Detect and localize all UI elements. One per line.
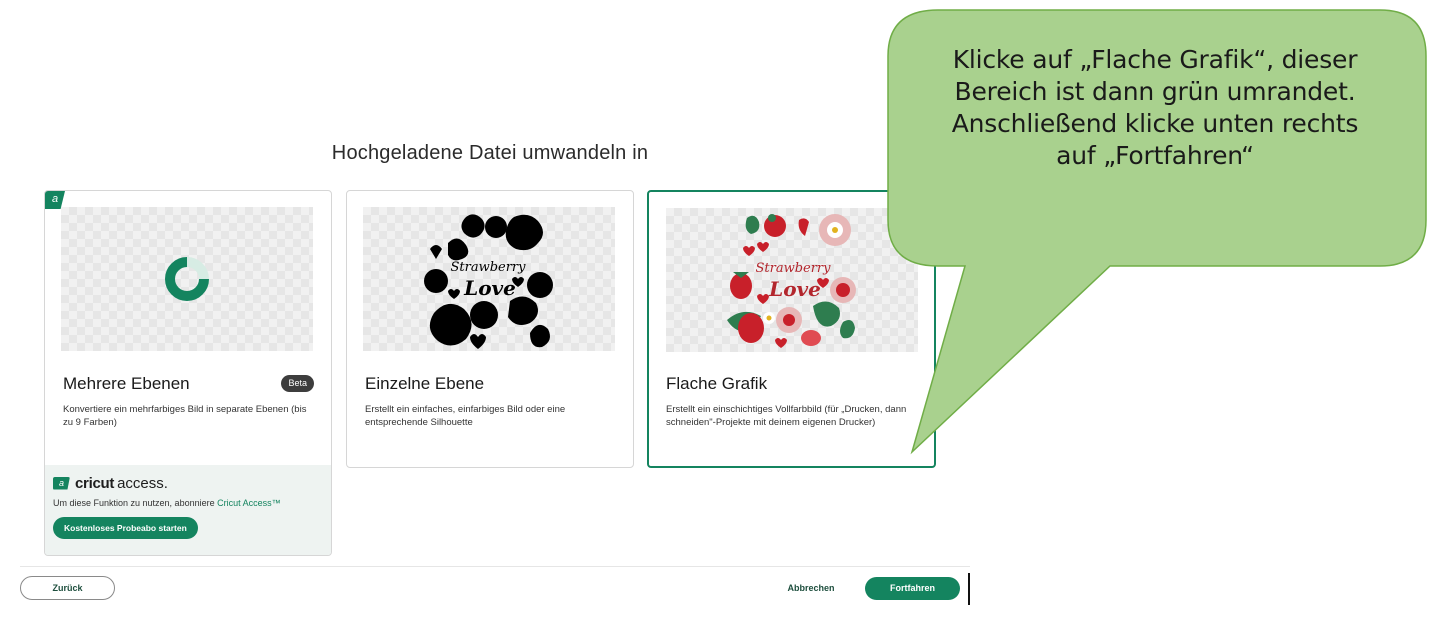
preview-word-love: Love <box>768 277 821 301</box>
loading-ring-icon <box>165 257 209 301</box>
callout-line: Bereich ist dann grün umrandet. <box>954 77 1356 106</box>
callout-line: Anschließend klicke unten rechts <box>951 109 1359 138</box>
card-preview: Strawberry Love <box>363 207 615 351</box>
cricut-access-promo: a cricut access. Um diese Funktion zu nu… <box>45 465 331 555</box>
continue-button[interactable]: Fortfahren <box>865 577 960 600</box>
card-description: Konvertiere ein mehrfarbiges Bild in sep… <box>63 404 307 428</box>
preview-word-strawberry: Strawberry <box>450 260 526 275</box>
silhouette-image: Strawberry Love <box>424 214 553 349</box>
logo-word-access: access. <box>117 474 168 492</box>
card-title: Mehrere Ebenen <box>63 374 190 393</box>
color-image: Strawberry Love <box>727 214 856 348</box>
option-card-flat-graphic[interactable]: Strawberry Love Flache Grafik Erstellt e… <box>647 190 936 468</box>
logo-word-cricut: cricut <box>75 474 115 492</box>
text-cursor <box>968 573 970 605</box>
start-free-trial-button[interactable]: Kostenloses Probeabo starten <box>53 517 198 539</box>
page-title: Hochgeladene Datei umwandeln in <box>331 142 649 164</box>
beta-badge: Beta <box>281 375 314 392</box>
cricut-access-link[interactable]: Cricut Access™ <box>217 498 281 508</box>
footer-divider <box>20 566 970 567</box>
cricut-access-logo-icon: a <box>53 476 70 490</box>
cancel-button[interactable]: Abbrechen <box>775 578 847 598</box>
card-preview: Strawberry Love <box>666 208 918 352</box>
card-title: Flache Grafik <box>666 374 768 393</box>
option-card-multiple-layers[interactable]: a Mehrere Ebenen Beta Konvertiere ein me… <box>44 190 332 556</box>
access-info-prefix: Um diese Funktion zu nutzen, abonniere <box>53 498 218 508</box>
access-info-text: Um diese Funktion zu nutzen, abonniere C… <box>53 498 323 508</box>
cricut-access-logo: a cricut access. <box>53 474 323 492</box>
back-button[interactable]: Zurück <box>20 576 115 600</box>
card-description: Erstellt ein einfaches, einfarbiges Bild… <box>365 404 566 428</box>
card-preview <box>61 207 313 351</box>
callout-text: Klicke auf „Flache Grafik“, dieser Berei… <box>900 44 1410 172</box>
card-title: Einzelne Ebene <box>365 374 485 393</box>
preview-word-strawberry: Strawberry <box>755 261 831 276</box>
card-description: Erstellt ein einschichtiges Vollfarbbild… <box>666 404 907 428</box>
callout-line: auf „Fortfahren“ <box>1056 141 1254 170</box>
callout-line: Klicke auf „Flache Grafik“, dieser <box>952 45 1358 74</box>
preview-word-love: Love <box>463 276 516 300</box>
option-card-single-layer[interactable]: Strawberry Love Einzelne Ebene Erstellt … <box>346 190 634 468</box>
